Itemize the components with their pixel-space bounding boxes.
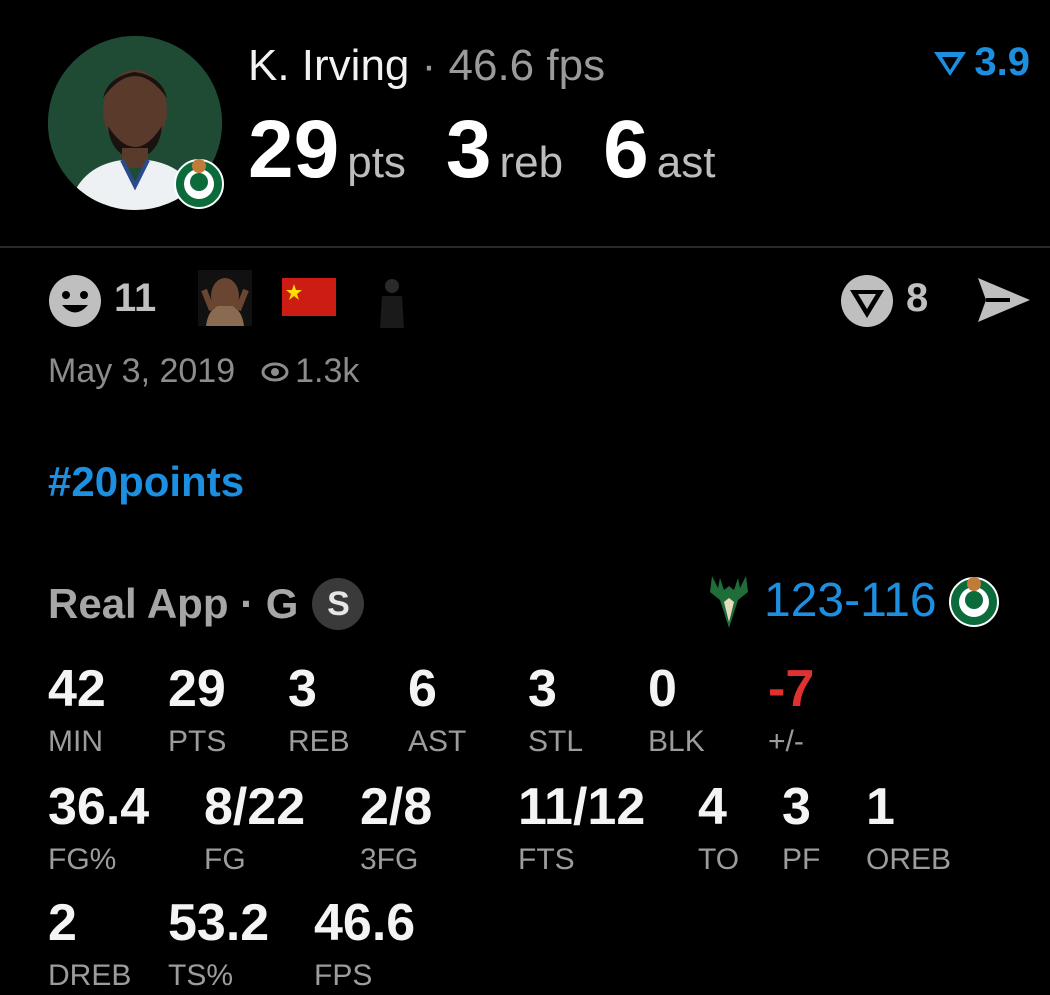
- stat-label: FG: [204, 843, 246, 876]
- game-source: Real App · G S: [48, 578, 365, 630]
- player-fps: 46.6 fps: [448, 41, 606, 90]
- stat-value: 1: [866, 778, 895, 836]
- v-rating-icon: [934, 51, 967, 76]
- headline-pts-value: 29: [248, 104, 340, 195]
- post-date: May 3, 2019: [48, 352, 236, 390]
- player-title: K. Irving · 46.6 fps: [248, 38, 605, 94]
- stat-blk: 0 BLK: [648, 660, 705, 760]
- score-separator: -: [844, 573, 861, 627]
- stat-value: 53.2: [168, 894, 270, 952]
- stat-value: 36.4: [48, 778, 150, 836]
- headline-reb-unit: reb: [499, 138, 564, 187]
- game-score[interactable]: 123-116: [706, 570, 999, 630]
- celtics-logo-icon: [948, 577, 999, 627]
- stat-label: REB: [288, 725, 350, 758]
- share-arrow-icon[interactable]: [976, 276, 1032, 324]
- stat-value: 0: [648, 660, 677, 718]
- stat-label: FPS: [314, 959, 373, 992]
- post-meta: May 3, 2019 1.3k: [48, 352, 359, 391]
- stat-label: 3FG: [360, 843, 419, 876]
- stat-fg-pct: 36.4 FG%: [48, 778, 149, 878]
- score-away: 116: [860, 573, 937, 627]
- stat-oreb: 1 OREB: [866, 778, 951, 878]
- s-badge[interactable]: S: [312, 578, 365, 630]
- stat-label: STL: [528, 725, 584, 758]
- stat-stl: 3 STL: [528, 660, 583, 760]
- reaction-count[interactable]: 11: [114, 276, 156, 321]
- stat-value: 4: [698, 778, 727, 836]
- stat-fps: 46.6 FPS: [314, 894, 415, 994]
- bucks-logo-icon: [710, 576, 748, 628]
- reaction-sticker-person[interactable]: [198, 270, 252, 326]
- china-flag-icon[interactable]: [282, 278, 336, 316]
- view-count-value: 1.3k: [295, 352, 360, 390]
- stat-value: 3: [528, 660, 557, 718]
- stat-value: 2: [48, 894, 77, 952]
- stat-label: +/-: [768, 725, 804, 758]
- player-name[interactable]: K. Irving: [248, 41, 409, 90]
- header-divider: [0, 246, 1050, 248]
- reaction-sticker-figure[interactable]: [374, 276, 410, 328]
- stat-value: 3: [288, 660, 317, 718]
- vote-v-icon[interactable]: [840, 274, 894, 328]
- stat-label: PF: [782, 843, 821, 876]
- stat-value: 46.6: [314, 894, 416, 952]
- stat-reb: 3 REB: [288, 660, 350, 760]
- stat-fg: 8/22 FG: [204, 778, 305, 878]
- stat-to: 4 TO: [698, 778, 739, 878]
- headline-pts-unit: pts: [347, 138, 406, 187]
- stat-value: 3: [782, 778, 811, 836]
- headline-ast-value: 6: [603, 104, 649, 195]
- stat-label: BLK: [648, 725, 705, 758]
- score-home: 123: [764, 573, 845, 627]
- stat-value: 42: [48, 660, 106, 718]
- stat-value: 29: [168, 660, 226, 718]
- celtics-logo-icon: [174, 159, 224, 209]
- stat-label: PTS: [168, 725, 227, 758]
- stat-label: AST: [408, 725, 467, 758]
- stat-ts-pct: 53.2 TS%: [168, 894, 269, 994]
- stat-value: -7: [768, 660, 815, 718]
- rating-value: 3.9: [974, 40, 1030, 84]
- stat-label: TO: [698, 843, 740, 876]
- stat-label: FTS: [518, 843, 575, 876]
- headline-stats: 29 pts 3 reb 6 ast: [248, 108, 755, 192]
- vote-count[interactable]: 8: [906, 276, 928, 321]
- reactions-row: 11 8: [48, 270, 1038, 328]
- stat-plus-minus: -7 +/-: [768, 660, 814, 760]
- stat-pf: 3 PF: [782, 778, 820, 878]
- stat-3fg: 2/8 3FG: [360, 778, 432, 878]
- stat-dreb: 2 DREB: [48, 894, 131, 994]
- stat-label: MIN: [48, 725, 103, 758]
- stat-ast: 6 AST: [408, 660, 466, 760]
- view-count: 1.3k: [261, 352, 359, 391]
- smiley-face-icon[interactable]: [48, 274, 102, 328]
- stat-label: FG%: [48, 843, 117, 876]
- stat-value: 11/12: [518, 778, 646, 836]
- stat-fts: 11/12 FTS: [518, 778, 645, 878]
- game-source-label: Real App · G: [48, 580, 299, 627]
- stat-value: 8/22: [204, 778, 306, 836]
- title-separator: ·: [421, 41, 437, 90]
- hashtag-link[interactable]: #20points: [48, 458, 244, 506]
- stat-pts: 29 PTS: [168, 660, 226, 760]
- stat-value: 2/8: [360, 778, 433, 836]
- stat-label: DREB: [48, 959, 132, 992]
- headline-reb-value: 3: [445, 104, 492, 195]
- stat-min: 42 MIN: [48, 660, 106, 760]
- rating-badge[interactable]: 3.9: [932, 40, 1030, 85]
- stat-value: 6: [408, 660, 437, 718]
- headline-ast-unit: ast: [656, 138, 716, 187]
- stat-label: TS%: [168, 959, 234, 992]
- eye-icon: [261, 362, 289, 381]
- stat-label: OREB: [866, 843, 952, 876]
